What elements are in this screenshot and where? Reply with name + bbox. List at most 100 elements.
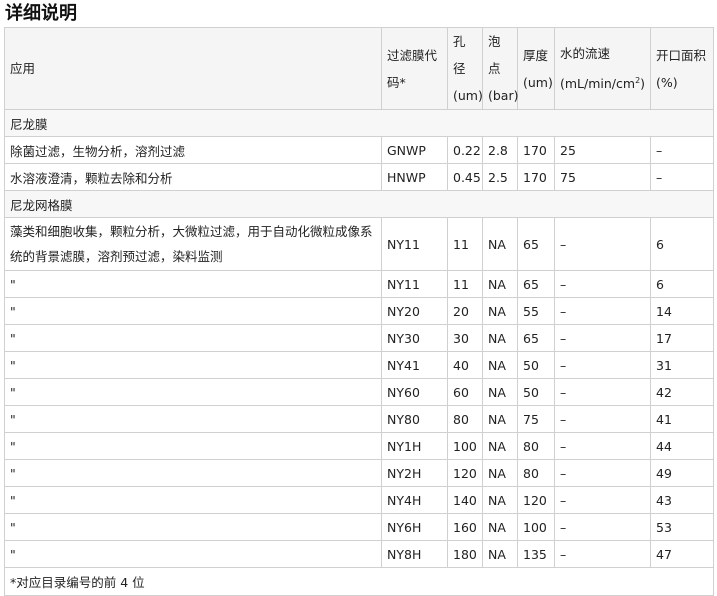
- cell-bubble: NA: [482, 459, 518, 487]
- cell-app: ": [4, 297, 382, 325]
- cell-open: 41: [650, 405, 714, 433]
- footnote-row: *对应目录编号的前 4 位: [4, 567, 714, 596]
- cell-thick: 55: [517, 297, 555, 325]
- table-row: " NY6H 160 NA 100–53: [4, 513, 714, 541]
- cell-app: ": [4, 378, 382, 406]
- table-row: " NY80 80 NA 75–41: [4, 405, 714, 433]
- cell-thick: 65: [517, 270, 555, 298]
- section-title: 尼龙膜: [4, 109, 714, 137]
- table-row: " NY4H 140 NA 120–43: [4, 486, 714, 514]
- cell-flow: –: [554, 540, 651, 568]
- cell-thick: 80: [517, 459, 555, 487]
- table-row: " NY41 40 NA 50–31: [4, 351, 714, 379]
- header-application: 应用: [4, 27, 382, 110]
- cell-code: NY11: [381, 217, 448, 271]
- cell-pore: 60: [447, 378, 483, 406]
- cell-code: NY41: [381, 351, 448, 379]
- cell-bubble: NA: [482, 297, 518, 325]
- cell-open: –: [650, 163, 714, 191]
- cell-pore: 30: [447, 324, 483, 352]
- table-row: " NY30 30 NA 65–17: [4, 324, 714, 352]
- footnote: *对应目录编号的前 4 位: [4, 567, 714, 596]
- cell-code: NY2H: [381, 459, 448, 487]
- cell-pore: 100: [447, 432, 483, 460]
- cell-bubble: NA: [482, 540, 518, 568]
- cell-bubble: 2.8: [482, 136, 518, 164]
- cell-flow: –: [554, 405, 651, 433]
- cell-open: 6: [650, 217, 714, 271]
- cell-code: NY11: [381, 270, 448, 298]
- cell-code: NY1H: [381, 432, 448, 460]
- cell-app: ": [4, 270, 382, 298]
- table-row: " NY60 60 NA 50–42: [4, 378, 714, 406]
- cell-code: NY8H: [381, 540, 448, 568]
- cell-thick: 135: [517, 540, 555, 568]
- cell-flow: –: [554, 351, 651, 379]
- table-row: 藻类和细胞收集，颗粒分析，大微粒过滤，用于自动化微粒成像系统的背景滤膜，溶剂预过…: [4, 217, 714, 271]
- cell-bubble: 2.5: [482, 163, 518, 191]
- cell-thick: 120: [517, 486, 555, 514]
- cell-app: 除菌过滤，生物分析，溶剂过滤: [4, 136, 382, 164]
- cell-bubble: NA: [482, 351, 518, 379]
- cell-pore: 0.45: [447, 163, 483, 191]
- cell-bubble: NA: [482, 405, 518, 433]
- cell-thick: 50: [517, 351, 555, 379]
- header-thickness: 厚度(um): [517, 27, 555, 110]
- header-water-flow: 水的流速(mL/min/cm2): [554, 27, 651, 110]
- cell-open: –: [650, 136, 714, 164]
- cell-pore: 0.22: [447, 136, 483, 164]
- spec-table: 应用 过滤膜代码* 孔径(um) 泡点(bar) 厚度(um) 水的流速(mL/…: [4, 27, 714, 596]
- table-row: " NY1H 100 NA 80–44: [4, 432, 714, 460]
- cell-pore: 20: [447, 297, 483, 325]
- cell-thick: 50: [517, 378, 555, 406]
- cell-bubble: NA: [482, 513, 518, 541]
- table-row: 水溶液澄清，颗粒去除和分析 HNWP 0.45 2.5 170 75–: [4, 163, 714, 191]
- cell-thick: 80: [517, 432, 555, 460]
- cell-bubble: NA: [482, 324, 518, 352]
- table-row: " NY2H 120 NA 80–49: [4, 459, 714, 487]
- page: 详细说明 应用 过滤膜代码* 孔径(um) 泡点(bar) 厚度(um) 水的流…: [0, 0, 717, 596]
- header-row: 应用 过滤膜代码* 孔径(um) 泡点(bar) 厚度(um) 水的流速(mL/…: [4, 27, 714, 110]
- section-title: 尼龙网格膜: [4, 190, 714, 218]
- cell-code: GNWP: [381, 136, 448, 164]
- cell-flow: –: [554, 459, 651, 487]
- cell-bubble: NA: [482, 217, 518, 271]
- cell-code: NY4H: [381, 486, 448, 514]
- cell-app: 藻类和细胞收集，颗粒分析，大微粒过滤，用于自动化微粒成像系统的背景滤膜，溶剂预过…: [4, 217, 382, 271]
- cell-thick: 170: [517, 136, 555, 164]
- cell-flow: –: [554, 324, 651, 352]
- cell-flow: –: [554, 378, 651, 406]
- cell-app: ": [4, 540, 382, 568]
- cell-pore: 120: [447, 459, 483, 487]
- cell-app: ": [4, 351, 382, 379]
- cell-code: NY30: [381, 324, 448, 352]
- cell-code: NY6H: [381, 513, 448, 541]
- cell-thick: 65: [517, 324, 555, 352]
- cell-bubble: NA: [482, 378, 518, 406]
- cell-bubble: NA: [482, 432, 518, 460]
- cell-thick: 170: [517, 163, 555, 191]
- cell-app: ": [4, 459, 382, 487]
- cell-open: 44: [650, 432, 714, 460]
- cell-open: 31: [650, 351, 714, 379]
- section-row: 尼龙膜: [4, 109, 714, 137]
- table-row: 除菌过滤，生物分析，溶剂过滤 GNWP 0.22 2.8 170 25–: [4, 136, 714, 164]
- cell-app: ": [4, 486, 382, 514]
- cell-pore: 11: [447, 270, 483, 298]
- cell-code: NY80: [381, 405, 448, 433]
- cell-open: 17: [650, 324, 714, 352]
- header-open-area: 开口面积(%): [650, 27, 714, 110]
- cell-open: 49: [650, 459, 714, 487]
- cell-flow: –: [554, 217, 651, 271]
- table-body: 尼龙膜 除菌过滤，生物分析，溶剂过滤 GNWP 0.22 2.8 170 25– 水溶液澄清，…: [4, 109, 714, 568]
- cell-pore: 160: [447, 513, 483, 541]
- cell-flow: –: [554, 432, 651, 460]
- header-water-flow-close: ): [640, 76, 646, 92]
- cell-flow: –: [554, 270, 651, 298]
- cell-app: ": [4, 432, 382, 460]
- cell-flow: –: [554, 297, 651, 325]
- cell-code: NY60: [381, 378, 448, 406]
- cell-flow: 75: [554, 163, 651, 191]
- cell-app: ": [4, 513, 382, 541]
- cell-pore: 140: [447, 486, 483, 514]
